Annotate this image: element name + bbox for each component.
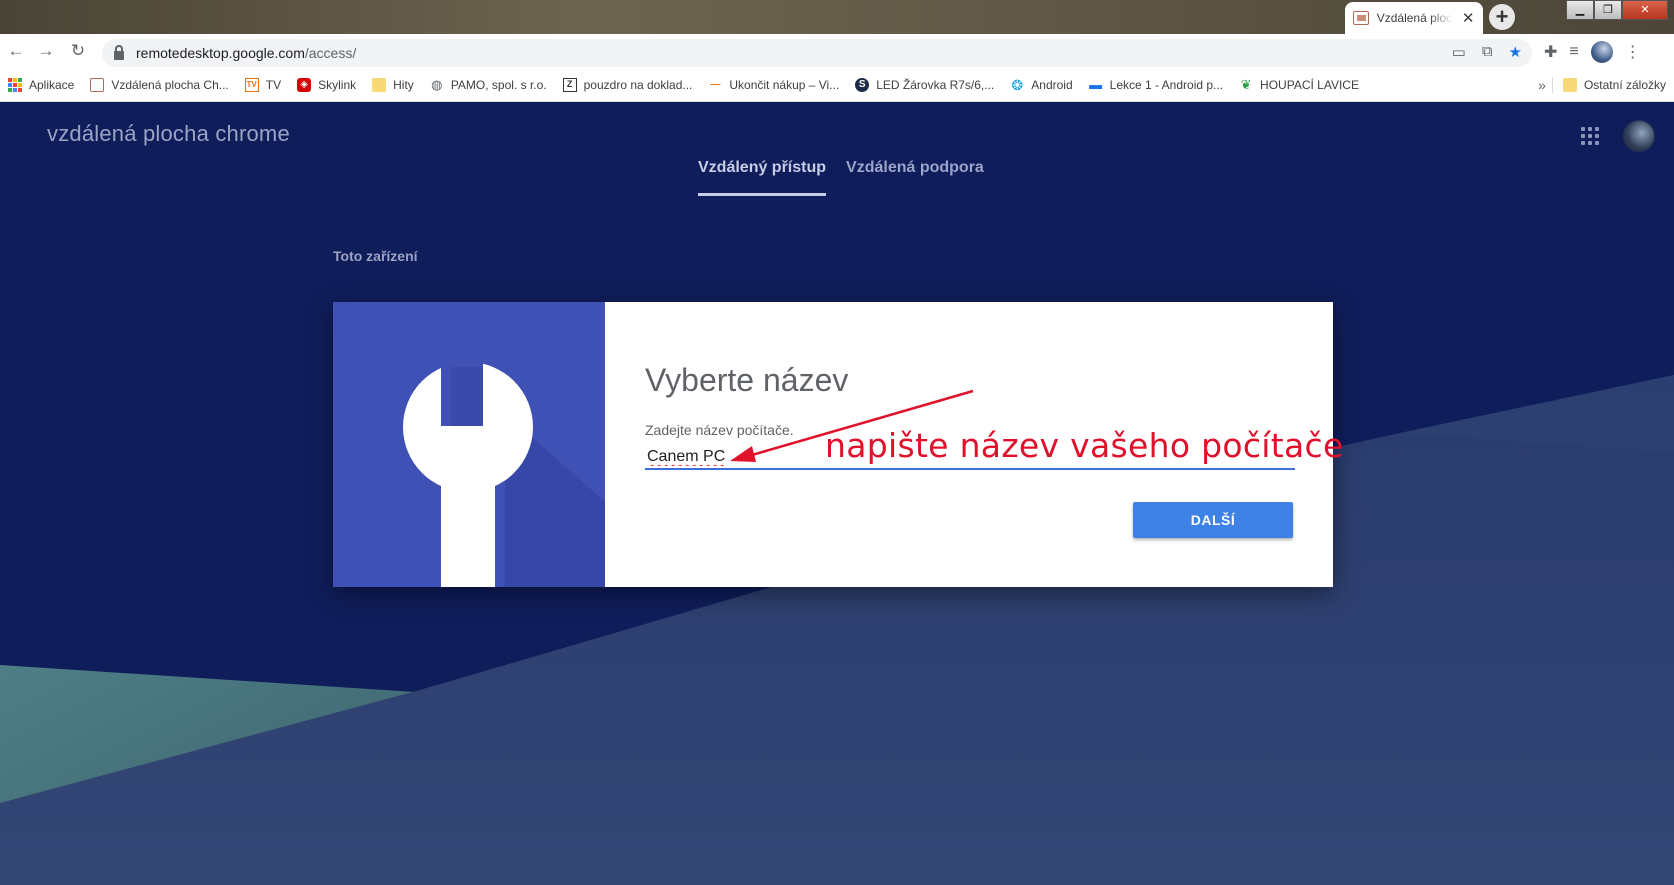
other-bookmarks[interactable]: Ostatní záložky (1562, 78, 1666, 92)
window-controls: ▁ ❐ ✕ (1566, 0, 1668, 20)
url-text[interactable]: remotedesktop.google.com/access/ (136, 45, 356, 61)
leaf-icon: ❦ (1240, 76, 1252, 92)
bookmark-android[interactable]: ❂ Android (1010, 78, 1072, 92)
account-avatar[interactable] (1623, 120, 1655, 152)
reload-icon[interactable]: ↻ (68, 41, 88, 61)
tab-close-icon[interactable]: ✕ (1461, 9, 1475, 27)
remote-desktop-icon (90, 77, 105, 92)
android-icon: ❂ (1011, 76, 1024, 93)
back-arrow-icon[interactable]: ← (6, 41, 26, 61)
maximize-button[interactable]: ❐ (1594, 0, 1622, 20)
address-bar[interactable]: remotedesktop.google.com/access/ ▭ ⧉ ★ (102, 39, 1532, 67)
close-window-button[interactable]: ✕ (1622, 0, 1668, 20)
bookmark-hity[interactable]: Hity (372, 77, 414, 92)
new-tab-button[interactable]: + (1489, 4, 1515, 30)
section-label: Toto zařízení (333, 248, 418, 264)
browser-toolbar: ← → ↻ remotedesktop.google.com/access/ ▭… (0, 34, 1674, 68)
annotation-text: napište název vašeho počítače (825, 426, 1344, 465)
remote-desktop-favicon-icon (1353, 11, 1369, 25)
globe-icon: ◍ (431, 76, 443, 92)
tab-remote-support[interactable]: Vzdálená podpora (846, 159, 984, 196)
bookmark-pamo[interactable]: ◍ PAMO, spol. s r.o. (430, 76, 546, 92)
bookmark-led-zarovka[interactable]: S LED Žárovka R7s/6,... (855, 77, 994, 92)
bookmark-skylink[interactable]: ◈ Skylink (297, 77, 356, 92)
wrench-illustration (333, 302, 605, 587)
skylink-icon: ◈ (297, 77, 312, 92)
bookmarks-bar: Aplikace Vzdálená plocha Ch... TV TV ◈ S… (0, 68, 1674, 102)
bookmark-star-icon[interactable]: ★ (1509, 43, 1522, 61)
dash-icon: — (710, 78, 721, 90)
laptop-icon: ▬ (1089, 76, 1103, 92)
bookmark-lekce[interactable]: ▬ Lekce 1 - Android p... (1089, 76, 1223, 92)
s-icon: S (855, 77, 870, 92)
extensions-area: ✚ ≡ ⋮ (1544, 41, 1641, 63)
bookmark-ukoncit-nakup[interactable]: — Ukončit nákup – Vi... (708, 78, 839, 92)
bookmark-pouzdro[interactable]: Z pouzdro na doklad... (562, 77, 692, 92)
computer-name-label: Zadejte název počítače. (645, 422, 794, 438)
minimize-button[interactable]: ▁ (1566, 0, 1594, 20)
page-tabs: Vzdálený přístup Vzdálená podpora (698, 159, 984, 196)
bookmarks-right: » Ostatní záložky (1538, 68, 1674, 102)
z-icon: Z (562, 77, 577, 92)
folder-icon (372, 77, 387, 92)
extensions-puzzle-icon[interactable]: ✚ (1544, 42, 1557, 62)
cast-icon[interactable]: ▭ (1452, 43, 1466, 61)
open-in-app-icon[interactable]: ⧉ (1482, 43, 1493, 61)
browser-titlebar: Vzdálená plocha Chrome ✕ + ▁ ❐ ✕ (0, 0, 1674, 34)
brand-logo[interactable]: vzdálená plocha chrome (47, 121, 290, 147)
tab-title: Vzdálená plocha Chrome (1376, 11, 1454, 25)
tab-remote-access[interactable]: Vzdálený přístup (698, 159, 827, 196)
next-button[interactable]: DALŠÍ (1133, 502, 1293, 538)
media-playlist-icon[interactable]: ≡ (1569, 43, 1578, 61)
lock-icon[interactable] (114, 44, 124, 60)
bookmark-apps[interactable]: Aplikace (8, 77, 74, 92)
wrench-icon (403, 362, 605, 587)
profile-avatar[interactable] (1590, 41, 1613, 63)
dialog-title: Vyberte název (645, 362, 849, 398)
bookmark-tv[interactable]: TV TV (244, 77, 281, 92)
folder-icon (1562, 78, 1577, 92)
google-apps-icon[interactable] (1581, 127, 1599, 145)
omnibox-actions: ▭ ⧉ ★ (1452, 43, 1522, 61)
bookmark-houpaci-lavice[interactable]: ❦ HOUPACÍ LAVICE (1239, 76, 1359, 92)
browser-tab[interactable]: Vzdálená plocha Chrome ✕ (1345, 2, 1483, 34)
apps-icon (8, 77, 22, 92)
remote-desktop-page: vzdálená plocha chrome Vzdálený přístup … (0, 103, 1674, 885)
menu-kebab-icon[interactable]: ⋮ (1625, 42, 1641, 62)
more-bookmarks-chevron-icon[interactable]: » (1538, 77, 1553, 93)
forward-arrow-icon[interactable]: → (36, 41, 56, 61)
tv-icon: TV (244, 77, 259, 92)
bookmark-remote-desktop[interactable]: Vzdálená plocha Ch... (90, 77, 229, 92)
